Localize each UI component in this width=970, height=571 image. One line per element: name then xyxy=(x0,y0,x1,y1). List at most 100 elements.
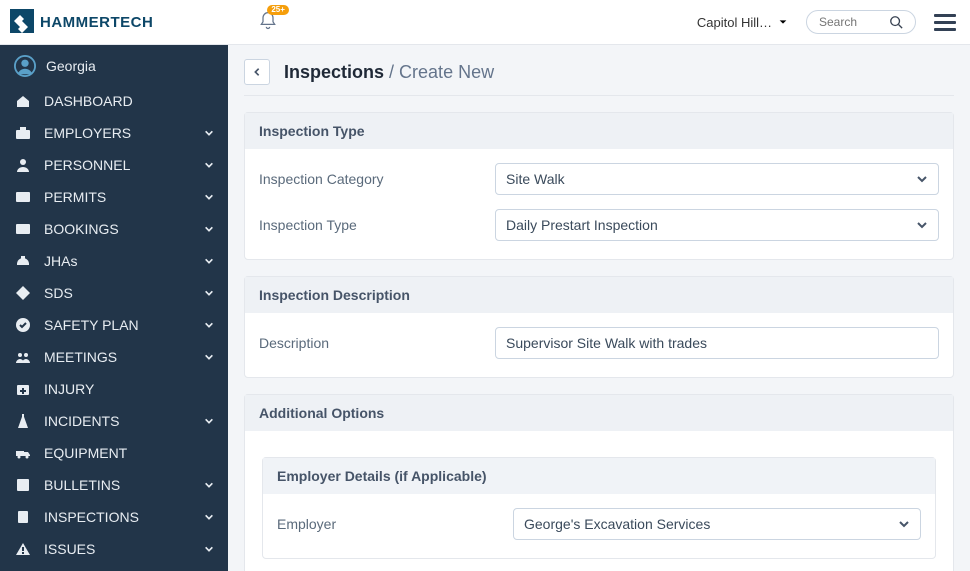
chevron-down-icon xyxy=(204,541,214,557)
sidebar-item-label: DASHBOARD xyxy=(44,93,214,109)
sidebar-item-label: INSPECTIONS xyxy=(44,509,192,525)
sidebar-item-sds[interactable]: SDS xyxy=(0,277,228,309)
input-description[interactable]: Supervisor Site Walk with trades xyxy=(495,327,939,359)
chevron-down-icon xyxy=(204,125,214,141)
label-employer: Employer xyxy=(277,516,497,532)
chevron-down-icon xyxy=(204,477,214,493)
logo[interactable]: HAMMERTECH xyxy=(10,9,153,36)
chevron-down-icon xyxy=(204,285,214,301)
sidebar-item-issues[interactable]: ISSUES xyxy=(0,533,228,565)
project-label: Capitol Hill… xyxy=(697,15,772,30)
label-description: Description xyxy=(259,335,479,351)
chevron-down-icon xyxy=(204,349,214,365)
sidebar-item-equipment[interactable]: EQUIPMENT xyxy=(0,437,228,469)
project-selector[interactable]: Capitol Hill… xyxy=(697,15,788,30)
section-additional-options: Additional Options Employer Details (if … xyxy=(244,394,954,571)
warn-icon xyxy=(14,541,32,557)
notif-badge: 25+ xyxy=(267,5,289,15)
user-name: Georgia xyxy=(46,58,96,74)
sidebar-item-label: SDS xyxy=(44,285,192,301)
sidebar-item-jhas[interactable]: JHAs xyxy=(0,245,228,277)
notifications-button[interactable]: 25+ xyxy=(258,11,278,34)
search-icon xyxy=(889,15,903,29)
sidebar-item-injury[interactable]: INJURY xyxy=(0,373,228,405)
section-heading: Additional Options xyxy=(245,395,953,431)
sidebar-item-label: ISSUES xyxy=(44,541,192,557)
sidebar-item-incidents[interactable]: INCIDENTS xyxy=(0,405,228,437)
label-inspection-type: Inspection Type xyxy=(259,217,479,233)
logo-icon xyxy=(10,9,34,36)
sidebar-item-bookings[interactable]: BOOKINGS xyxy=(0,213,228,245)
bulletin-icon xyxy=(14,477,32,493)
card-icon xyxy=(14,189,32,205)
chevron-left-icon xyxy=(252,67,262,77)
sidebar-item-label: BULLETINS xyxy=(44,477,192,493)
hardhat-icon xyxy=(14,253,32,269)
sidebar-item-label: EQUIPMENT xyxy=(44,445,214,461)
sidebar-item-bulletins[interactable]: BULLETINS xyxy=(0,469,228,501)
select-employer[interactable]: George's Excavation Services xyxy=(513,508,921,540)
sidebar: Georgia DASHBOARD EMPLOYERS PERSONNEL PERMI… xyxy=(0,45,228,571)
chevron-down-icon xyxy=(204,509,214,525)
sidebar-item-label: INCIDENTS xyxy=(44,413,192,429)
sidebar-item-permits[interactable]: PERMITS xyxy=(0,181,228,213)
chevron-down-icon xyxy=(916,219,928,231)
breadcrumb-root: Inspections xyxy=(284,62,384,82)
sidebar-item-label: SAFETY PLAN xyxy=(44,317,192,333)
section-heading: Inspection Description xyxy=(245,277,953,313)
chevron-down-icon xyxy=(916,173,928,185)
check-icon xyxy=(14,317,32,333)
label-inspection-category: Inspection Category xyxy=(259,171,479,187)
back-button[interactable] xyxy=(244,59,270,85)
sidebar-item-label: EMPLOYERS xyxy=(44,125,192,141)
sidebar-item-label: JHAs xyxy=(44,253,192,269)
chevron-down-icon xyxy=(898,518,910,530)
sidebar-item-label: PERMITS xyxy=(44,189,192,205)
search-box[interactable] xyxy=(806,10,916,34)
sidebar-item-dashboard[interactable]: DASHBOARD xyxy=(0,85,228,117)
diamond-icon xyxy=(14,285,32,301)
badge-icon xyxy=(14,509,32,525)
section-inspection-type: Inspection Type Inspection Category Site… xyxy=(244,112,954,260)
sidebar-item-inspections[interactable]: INSPECTIONS xyxy=(0,501,228,533)
topbar: HAMMERTECH 25+ Capitol Hill… xyxy=(0,0,970,45)
medkit-icon xyxy=(14,381,32,397)
chevron-down-icon xyxy=(204,317,214,333)
main-content: Inspections / Create New Inspection Type… xyxy=(228,45,970,571)
tower-icon xyxy=(14,413,32,429)
sidebar-item-label: MEETINGS xyxy=(44,349,192,365)
chevron-down-icon xyxy=(204,221,214,237)
sidebar-item-label: INJURY xyxy=(44,381,214,397)
sidebar-item-meetings[interactable]: MEETINGS xyxy=(0,341,228,373)
section-heading: Inspection Type xyxy=(245,113,953,149)
home-icon xyxy=(14,93,32,109)
page-title: Inspections / Create New xyxy=(284,62,494,83)
person-icon xyxy=(14,157,32,173)
search-input[interactable] xyxy=(819,15,883,29)
user-profile[interactable]: Georgia xyxy=(0,45,228,85)
brand-text: HAMMERTECH xyxy=(40,14,153,31)
chevron-down-icon xyxy=(778,17,788,27)
page-header: Inspections / Create New xyxy=(244,59,954,96)
sidebar-item-label: BOOKINGS xyxy=(44,221,192,237)
chevron-down-icon xyxy=(204,157,214,173)
card-icon xyxy=(14,221,32,237)
breadcrumb-sub: Create New xyxy=(399,62,494,82)
select-inspection-type[interactable]: Daily Prestart Inspection xyxy=(495,209,939,241)
subsection-employer: Employer Details (if Applicable) Employe… xyxy=(262,457,936,559)
section-inspection-description: Inspection Description Description Super… xyxy=(244,276,954,378)
briefcase-icon xyxy=(14,125,32,141)
sidebar-item-label: PERSONNEL xyxy=(44,157,192,173)
menu-button[interactable] xyxy=(934,10,956,35)
chevron-down-icon xyxy=(204,253,214,269)
chevron-down-icon xyxy=(204,413,214,429)
sidebar-item-safety-plan[interactable]: SAFETY PLAN xyxy=(0,309,228,341)
subsection-heading: Employer Details (if Applicable) xyxy=(263,458,935,494)
group-icon xyxy=(14,349,32,365)
chevron-down-icon xyxy=(204,189,214,205)
sidebar-item-employers[interactable]: EMPLOYERS xyxy=(0,117,228,149)
select-inspection-category[interactable]: Site Walk xyxy=(495,163,939,195)
truck-icon xyxy=(14,445,32,461)
sidebar-item-personnel[interactable]: PERSONNEL xyxy=(0,149,228,181)
user-avatar-icon xyxy=(14,55,36,77)
